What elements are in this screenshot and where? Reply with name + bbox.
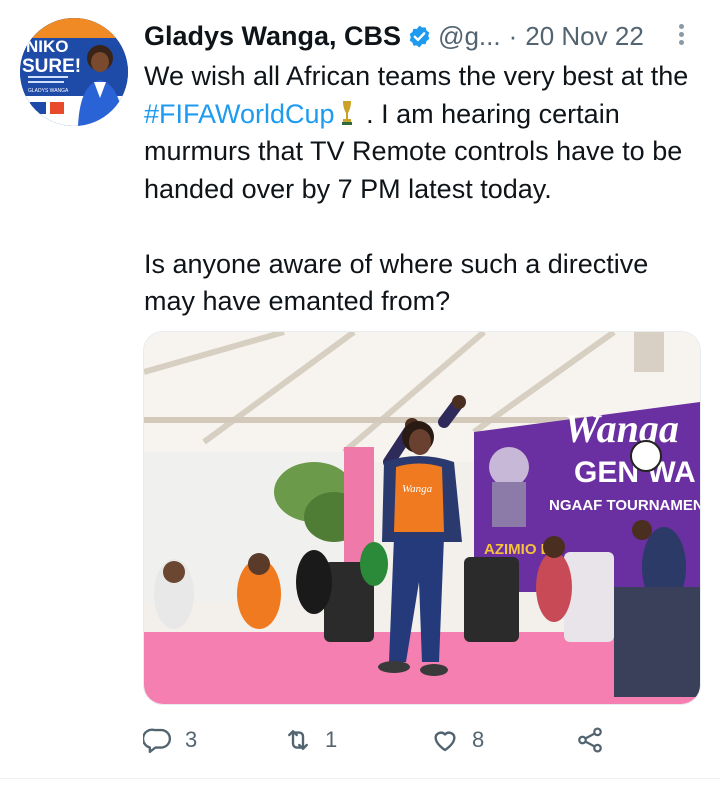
photo-image: Wanga GEN WA NGAAF TOURNAMEN AZIMIO LA W… [144, 332, 700, 704]
tweet-photo[interactable]: Wanga GEN WA NGAAF TOURNAMEN AZIMIO LA W… [143, 331, 701, 705]
tweet-actions: 3 1 8 [143, 722, 623, 758]
retweet-count: 1 [325, 727, 338, 752]
banner-line-3: NGAAF TOURNAMEN [549, 497, 700, 514]
like-icon [434, 731, 456, 752]
author-handle[interactable]: @g... [438, 21, 501, 52]
avatar-poster-name: GLADYS WANGA [28, 88, 69, 94]
reply-button[interactable]: 3 [143, 722, 197, 758]
share-icon [578, 727, 602, 753]
more-icon[interactable] [676, 21, 686, 51]
tweet-text-part-1: We wish all African teams the very best … [144, 61, 689, 91]
hashtag-link[interactable]: #FIFAWorldCup [144, 99, 335, 129]
like-count: 8 [472, 727, 485, 752]
tweet-date[interactable]: 20 Nov 22 [525, 21, 644, 52]
tweet-header: Gladys Wanga, CBS @g... · 20 Nov 22 [144, 18, 704, 54]
avatar[interactable]: NIKO SURE! GLADYS WANGA [20, 18, 128, 126]
trophy-icon [341, 100, 352, 125]
like-button[interactable]: 8 [430, 722, 484, 758]
tweet-text-paragraph-2: Is anyone aware of where such a directiv… [144, 248, 649, 317]
banner-line-1: Wanga [564, 406, 679, 451]
avatar-poster-bottom: SURE! [22, 56, 81, 77]
author-name[interactable]: Gladys Wanga, CBS [144, 21, 401, 52]
separator-dot: · [508, 20, 518, 51]
tweet[interactable]: NIKO SURE! GLADYS WANGA Gladys Wanga, CB… [0, 0, 720, 795]
avatar-image: NIKO SURE! GLADYS WANGA [20, 18, 128, 126]
shirt-text: Wanga [402, 483, 433, 495]
retweet-button[interactable]: 1 [283, 722, 337, 758]
divider [0, 778, 720, 779]
reply-icon [143, 728, 172, 754]
reply-count: 3 [185, 727, 198, 752]
verified-badge-icon [409, 25, 430, 47]
retweet-icon [288, 730, 308, 750]
tweet-text: We wish all African teams the very best … [144, 58, 704, 321]
avatar-poster-top: NIKO [26, 37, 69, 56]
share-button[interactable] [575, 722, 605, 758]
